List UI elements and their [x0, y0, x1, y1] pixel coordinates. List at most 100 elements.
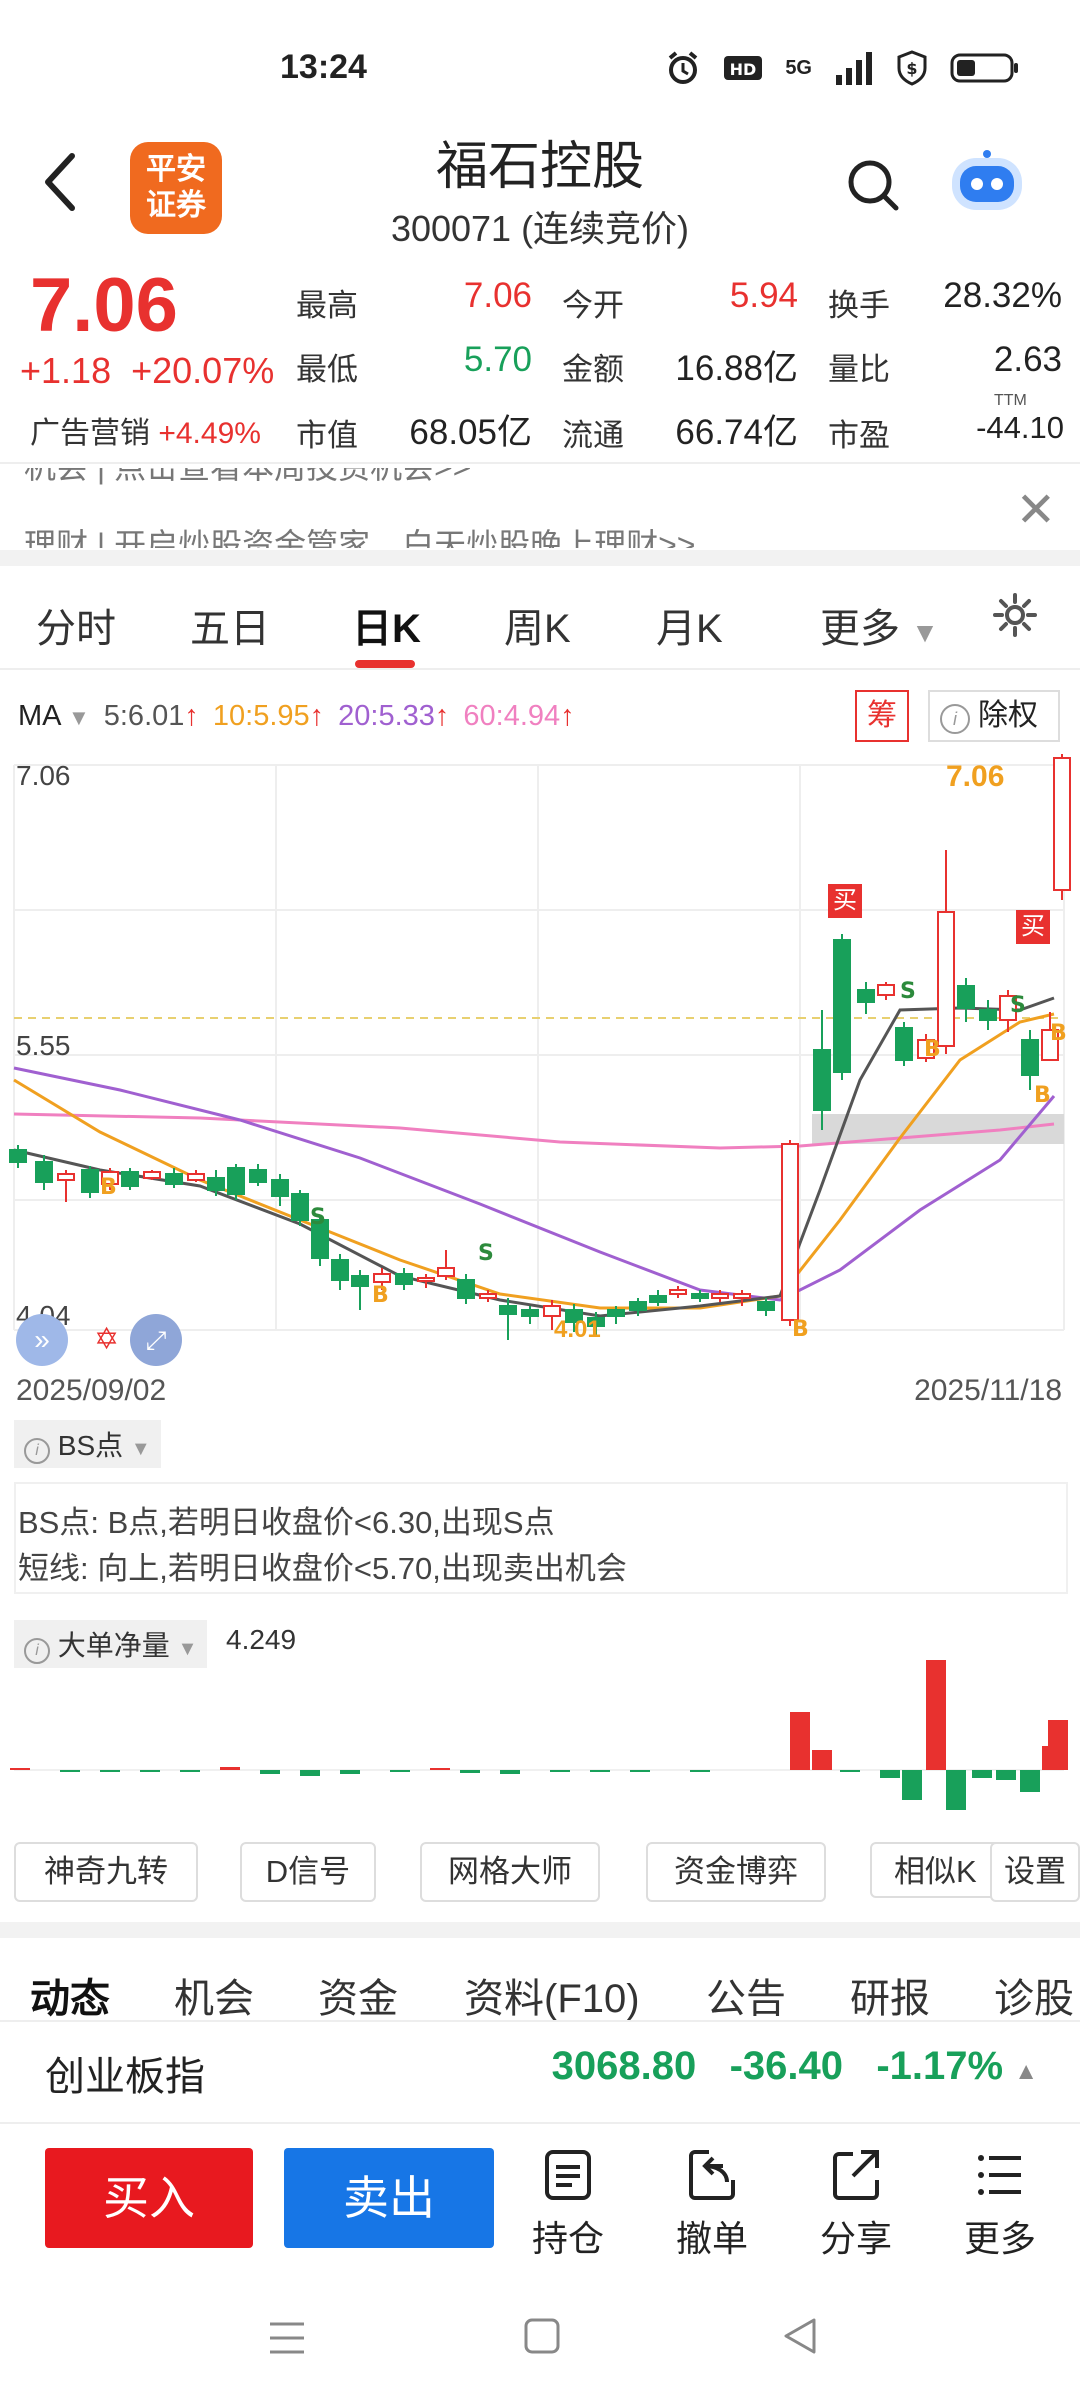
- chart-settings-button[interactable]: [992, 592, 1038, 648]
- stat-label: 市值: [296, 418, 358, 453]
- candle-body: [417, 1277, 435, 1282]
- candle-body: [81, 1169, 99, 1193]
- bs-line-1: BS点: B点,若明日收盘价<6.30,出现S点: [18, 1505, 555, 1540]
- flow-bar: [790, 1712, 810, 1770]
- signal-marker: B: [372, 1283, 389, 1308]
- flow-bar: [972, 1770, 992, 1778]
- stat-label: 金额: [562, 352, 624, 387]
- fullscreen-button[interactable]: ⤢: [130, 1314, 182, 1366]
- buy-tag: 买: [1016, 910, 1050, 944]
- banner-close-button[interactable]: ✕: [1016, 482, 1056, 538]
- stat-label: 最低: [296, 352, 358, 387]
- candle-body: [877, 984, 895, 996]
- flow-bar: [260, 1770, 280, 1774]
- candle-body: [895, 1027, 913, 1061]
- signal-marker: B: [792, 1317, 809, 1342]
- section-gap: [0, 550, 1080, 566]
- hd-icon: HD: [724, 56, 763, 80]
- stock-name: 福石控股: [435, 138, 644, 196]
- holdings-button[interactable]: 持仓: [520, 2148, 616, 2262]
- stat-value: 2.63: [993, 340, 1062, 379]
- tab-five-day[interactable]: 五日: [190, 596, 270, 654]
- tab-news[interactable]: 动态: [30, 1966, 110, 2024]
- share-button[interactable]: 分享: [808, 2148, 904, 2262]
- candle-body: [711, 1293, 729, 1299]
- tab-daily-k[interactable]: 日K: [352, 596, 421, 654]
- tab-diagnosis[interactable]: 诊股: [994, 1966, 1074, 2024]
- chips-button[interactable]: 筹: [855, 690, 909, 742]
- share-icon: [833, 2150, 879, 2200]
- tool-grid-master[interactable]: 网格大师: [420, 1842, 600, 1902]
- candles: [9, 754, 1071, 1340]
- signal-marker: S: [478, 1241, 494, 1266]
- index-values: 3068.80 -36.40 -1.17% ▲: [552, 2044, 1038, 2089]
- candle-body: [757, 1301, 775, 1311]
- candle-body: [271, 1179, 289, 1197]
- tab-weekly-k[interactable]: 周K: [504, 596, 571, 654]
- y-axis-mid: 5.55: [16, 1030, 71, 1061]
- flow-bar: [1020, 1770, 1040, 1792]
- sector-change[interactable]: 广告营销 +4.49%: [30, 408, 261, 452]
- tab-f10[interactable]: 资料(F10): [464, 1966, 640, 2024]
- buy-button[interactable]: 买入: [45, 2148, 253, 2248]
- tool-fund-game[interactable]: 资金博弈: [646, 1842, 826, 1902]
- tab-more[interactable]: 更多 ▼: [820, 596, 939, 654]
- tab-opportunity[interactable]: 机会: [174, 1966, 254, 2024]
- stat-value: 16.88亿: [675, 349, 798, 388]
- stat-value: 66.74亿: [675, 413, 798, 452]
- stat-value: 7.06: [463, 276, 532, 315]
- tab-announcements[interactable]: 公告: [706, 1966, 786, 2024]
- info-icon: i: [24, 1438, 50, 1464]
- flow-bar: [902, 1770, 922, 1800]
- index-value: 3068.80: [551, 2044, 697, 2088]
- cancel-order-button[interactable]: 撤单: [664, 2148, 760, 2262]
- ma-selector[interactable]: MA ▼: [18, 700, 90, 733]
- tab-research[interactable]: 研报: [850, 1966, 930, 2024]
- tool-similar-k[interactable]: 相似K: [870, 1842, 1010, 1898]
- home-nav-icon[interactable]: [522, 2316, 562, 2356]
- expand-left-button[interactable]: »: [16, 1314, 68, 1366]
- candle-body: [227, 1167, 245, 1195]
- stat-value: 5.94: [729, 276, 798, 315]
- tool-nine-turn[interactable]: 神奇九转: [14, 1842, 198, 1902]
- signal-marker: S: [900, 979, 916, 1004]
- svg-text:HD: HD: [730, 60, 757, 79]
- stat-label: 最高: [296, 288, 358, 323]
- candle-body: [1053, 757, 1071, 891]
- menu-nav-icon[interactable]: [266, 2318, 308, 2358]
- back-nav-icon[interactable]: [780, 2316, 820, 2356]
- tool-settings[interactable]: 设置: [990, 1842, 1080, 1902]
- candle-body: [1021, 1039, 1039, 1076]
- promo-banner[interactable]: 机会 | 点击查看本周投资机会>> 理财 | 开启炒股资金管家，白天炒股晚上理财…: [0, 468, 1080, 548]
- tab-monthly-k[interactable]: 月K: [656, 596, 723, 654]
- signal-icon: [836, 52, 872, 85]
- search-button[interactable]: [846, 158, 900, 212]
- candle-body: [373, 1273, 391, 1283]
- status-time: 13:24: [280, 48, 367, 86]
- kline-chart[interactable]: BSBSBSBSBB: [0, 750, 1080, 1350]
- more-button[interactable]: 更多: [952, 2148, 1048, 2262]
- candle-body: [9, 1149, 27, 1163]
- ma-legend: MA ▼ 5:6.01↑ 10:5.95↑ 20:5.33↑ 60:4.94↑: [18, 700, 575, 733]
- caret-down-icon: ▼: [130, 1438, 151, 1460]
- banner-line-1: 机会 | 点击查看本周投资机会>>: [24, 468, 471, 488]
- ma20-value: 20:5.33: [338, 700, 435, 732]
- more-label: 更多: [963, 2218, 1036, 2259]
- candle-body: [395, 1273, 413, 1285]
- stat-value: 5.70: [463, 340, 532, 379]
- tab-funds[interactable]: 资金: [318, 1966, 398, 2024]
- star-icon[interactable]: ✡: [94, 1322, 119, 1357]
- tab-more-label: 更多: [820, 607, 900, 651]
- bs-selector[interactable]: i BS点 ▼: [14, 1420, 161, 1468]
- flow-bar: [60, 1770, 80, 1772]
- caret-up-icon: ▲: [1014, 2058, 1038, 2085]
- candle-body: [437, 1267, 455, 1277]
- adjust-button[interactable]: i 除权: [928, 690, 1060, 742]
- tab-intraday[interactable]: 分时: [36, 596, 116, 654]
- ma5-value: 5:6.01: [103, 700, 185, 732]
- candle-body: [121, 1171, 139, 1187]
- ai-assistant-button[interactable]: [948, 150, 1026, 216]
- sell-button[interactable]: 卖出: [284, 2148, 494, 2248]
- tool-d-signal[interactable]: D信号: [240, 1842, 376, 1902]
- adjust-label: 除权: [978, 699, 1038, 732]
